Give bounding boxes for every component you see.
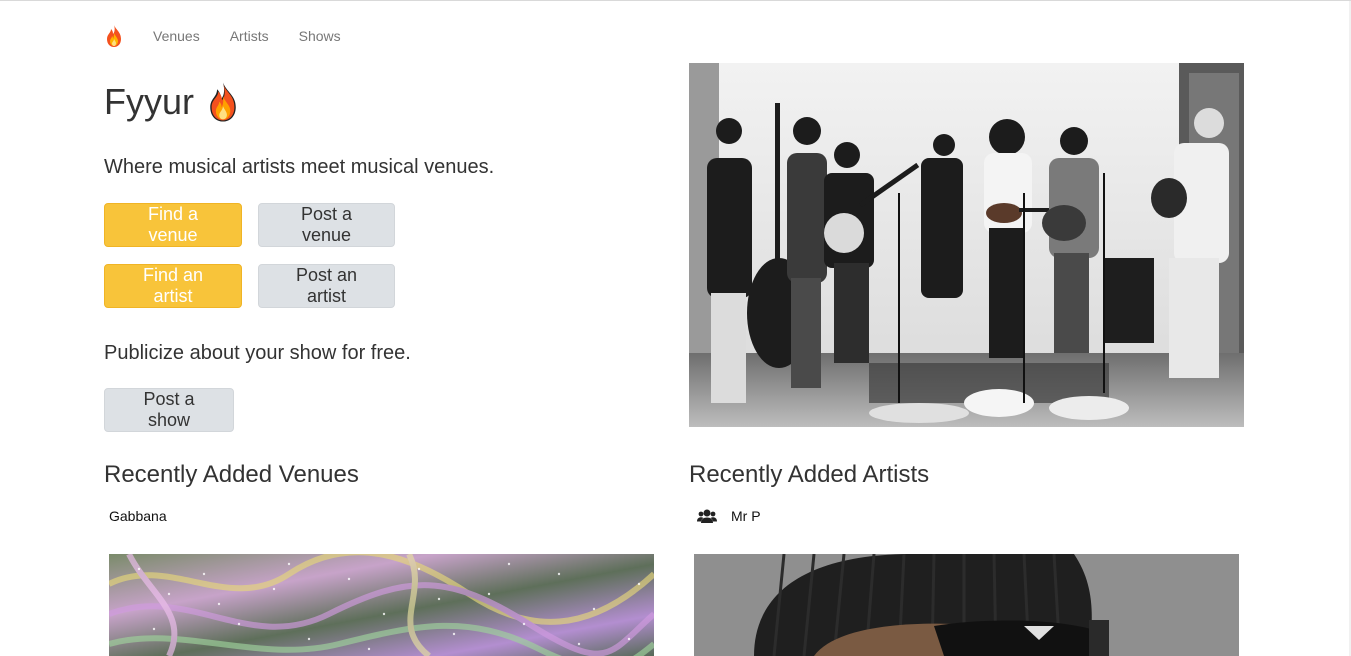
users-icon [697,509,717,523]
flame-icon [107,25,121,47]
hero-tagline: Where musical artists meet musical venue… [104,156,495,178]
publicize-text: Publicize about your show for free. [104,342,411,364]
post-artist-button[interactable]: Post an artist [258,264,395,308]
page-title: Fyyur [104,81,194,122]
post-show-button[interactable]: Post a show [104,388,234,432]
recent-venues-title: Recently Added Venues [104,461,359,488]
hero-title-group: Fyyur [104,80,240,124]
nav-artists-link[interactable]: Artists [230,28,269,44]
find-venue-button[interactable]: Find a venue [104,203,242,247]
home-logo-link[interactable] [104,24,124,48]
venue-image[interactable] [109,554,654,656]
flame-icon [210,82,236,122]
window-top-border [0,0,1351,1]
artist-name: Mr P [731,508,761,524]
nav-shows-link[interactable]: Shows [299,28,341,44]
nav-venues-link[interactable]: Venues [153,28,200,44]
artist-list-item[interactable]: Mr P [697,508,761,524]
top-nav: Venues Artists Shows [104,24,371,48]
post-venue-button[interactable]: Post a venue [258,203,395,247]
artist-image[interactable] [694,554,1239,656]
find-artist-button[interactable]: Find an artist [104,264,242,308]
venue-link[interactable]: Gabbana [109,508,167,524]
recent-artists-title: Recently Added Artists [689,461,930,488]
bluegrass-band-photo [689,63,1244,427]
